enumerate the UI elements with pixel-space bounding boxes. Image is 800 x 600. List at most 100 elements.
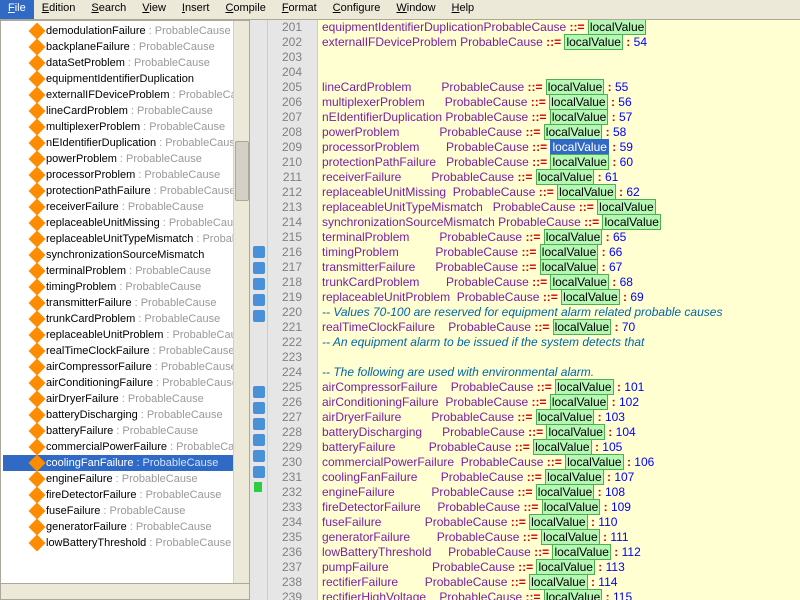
bookmark-icon[interactable] xyxy=(253,310,265,322)
code-line[interactable]: airDryerFailure ProbableCause ::= localV… xyxy=(322,410,800,425)
tree-item[interactable]: airCompressorFailure: ProbableCause xyxy=(3,359,247,375)
code-line[interactable]: fireDetectorFailure ProbableCause ::= lo… xyxy=(322,500,800,515)
tree-item[interactable]: batteryFailure: ProbableCause xyxy=(3,423,247,439)
local-value-token[interactable]: localValue xyxy=(546,79,604,95)
local-value-token[interactable]: localValue xyxy=(536,169,594,185)
tree-item[interactable]: processorProblem: ProbableCause xyxy=(3,167,247,183)
local-value-token[interactable]: localValue xyxy=(561,289,619,305)
local-value-token[interactable]: localValue xyxy=(544,124,602,140)
code-line[interactable]: pumpFailure ProbableCause ::= localValue… xyxy=(322,560,800,575)
code-line[interactable] xyxy=(322,350,800,365)
code-line[interactable]: batteryFailure ProbableCause ::= localVa… xyxy=(322,440,800,455)
tree-item[interactable]: replaceableUnitProblem: ProbableCause xyxy=(3,327,247,343)
menu-window[interactable]: Window xyxy=(388,0,443,19)
tree-item[interactable]: multiplexerProblem: ProbableCause xyxy=(3,119,247,135)
local-value-token[interactable]: localValue xyxy=(555,379,613,395)
tree-item[interactable]: batteryDischarging: ProbableCause xyxy=(3,407,247,423)
code-line[interactable]: -- Values 70-100 are reserved for equipm… xyxy=(322,305,800,320)
tree-item[interactable]: transmitterFailure: ProbableCause xyxy=(3,295,247,311)
code-line[interactable]: -- The following are used with environme… xyxy=(322,365,800,380)
menu-file[interactable]: File xyxy=(0,0,34,19)
code-line[interactable]: realTimeClockFailure ProbableCause ::= l… xyxy=(322,320,800,335)
code-line[interactable]: equipmentIdentifierDuplicationProbableCa… xyxy=(322,20,800,35)
code-line[interactable]: -- An equipment alarm to be issued if th… xyxy=(322,335,800,350)
bookmark-icon[interactable] xyxy=(253,402,265,414)
local-value-token[interactable]: localValue xyxy=(529,514,587,530)
code-line[interactable]: commercialPowerFailure ProbableCause ::=… xyxy=(322,455,800,470)
bookmark-icon[interactable] xyxy=(253,386,265,398)
menu-compile[interactable]: Compile xyxy=(217,0,273,19)
code-line[interactable]: receiverFailure ProbableCause ::= localV… xyxy=(322,170,800,185)
bookmark-icon[interactable] xyxy=(253,246,265,258)
code-line[interactable]: protectionPathFailure ProbableCause ::= … xyxy=(322,155,800,170)
tree-item[interactable]: terminalProblem: ProbableCause xyxy=(3,263,247,279)
menu-help[interactable]: Help xyxy=(444,0,483,19)
tree-item[interactable]: fuseFailure: ProbableCause xyxy=(3,503,247,519)
bookmark-icon[interactable] xyxy=(253,418,265,430)
local-value-token[interactable]: localValue xyxy=(550,109,608,125)
tree-item[interactable]: protectionPathFailure: ProbableCause xyxy=(3,183,247,199)
tree-item[interactable]: fireDetectorFailure: ProbableCause xyxy=(3,487,247,503)
local-value-token[interactable]: localValue xyxy=(549,94,607,110)
tree-item[interactable]: generatorFailure: ProbableCause xyxy=(3,519,247,535)
code-line[interactable]: coolingFanFailure ProbableCause ::= loca… xyxy=(322,470,800,485)
local-value-token[interactable]: localValue xyxy=(540,259,598,275)
local-value-token[interactable]: localValue xyxy=(544,229,602,245)
code-line[interactable]: fuseFailure ProbableCause ::= localValue… xyxy=(322,515,800,530)
tree-item[interactable]: nEIdentifierDuplication: ProbableCause xyxy=(3,135,247,151)
tree-item[interactable]: timingProblem: ProbableCause xyxy=(3,279,247,295)
tree-item[interactable]: externalIFDeviceProblem: ProbableCause xyxy=(3,87,247,103)
code-line[interactable]: replaceableUnitTypeMismatch ProbableCaus… xyxy=(322,200,800,215)
tree-item[interactable]: replaceableUnitTypeMismatch: ProbableCau… xyxy=(3,231,247,247)
code-line[interactable]: airCompressorFailure ProbableCause ::= l… xyxy=(322,380,800,395)
local-value-token[interactable]: localValue xyxy=(557,184,615,200)
code-line[interactable]: rectifierHighVoltage ProbableCause ::= l… xyxy=(322,590,800,600)
menu-search[interactable]: Search xyxy=(83,0,134,19)
code-line[interactable]: generatorFailure ProbableCause ::= local… xyxy=(322,530,800,545)
code-line[interactable]: rectifierFailure ProbableCause ::= local… xyxy=(322,575,800,590)
code-line[interactable]: powerProblem ProbableCause ::= localValu… xyxy=(322,125,800,140)
code-line[interactable]: multiplexerProblem ProbableCause ::= loc… xyxy=(322,95,800,110)
tree-item[interactable]: synchronizationSourceMismatch xyxy=(3,247,247,263)
code-line[interactable]: trunkCardProblem ProbableCause ::= local… xyxy=(322,275,800,290)
local-value-token[interactable]: localValue xyxy=(540,244,598,260)
code-line[interactable]: batteryDischarging ProbableCause ::= loc… xyxy=(322,425,800,440)
tree-item[interactable]: trunkCardProblem: ProbableCause xyxy=(3,311,247,327)
local-value-token[interactable]: localValue xyxy=(536,409,594,425)
bookmark-icon[interactable] xyxy=(253,466,265,478)
code-line[interactable]: replaceableUnitMissing ProbableCause ::=… xyxy=(322,185,800,200)
local-value-token[interactable]: localValue xyxy=(529,574,587,590)
sidebar-hscroll[interactable] xyxy=(1,583,250,599)
local-value-token[interactable]: localValue xyxy=(536,484,594,500)
bookmark-icon[interactable] xyxy=(253,434,265,446)
menu-configure[interactable]: Configure xyxy=(325,0,389,19)
local-value-token[interactable]: localValue xyxy=(588,20,646,35)
code-line[interactable]: timingProblem ProbableCause ::= localVal… xyxy=(322,245,800,260)
code-line[interactable]: lineCardProblem ProbableCause ::= localV… xyxy=(322,80,800,95)
local-value-token[interactable]: localValue xyxy=(536,559,594,575)
tree-item[interactable]: demodulationFailure: ProbableCause xyxy=(3,23,247,39)
menu-edition[interactable]: Edition xyxy=(34,0,84,19)
bookmark-icon[interactable] xyxy=(253,450,265,462)
tree-item[interactable]: airConditioningFailure: ProbableCause xyxy=(3,375,247,391)
local-value-token[interactable]: localValue xyxy=(597,199,655,215)
tree-item[interactable]: powerProblem: ProbableCause xyxy=(3,151,247,167)
local-value-token[interactable]: localValue xyxy=(545,469,603,485)
local-value-token[interactable]: localValue xyxy=(546,424,604,440)
menu-format[interactable]: Format xyxy=(274,0,325,19)
sidebar-scroll-thumb[interactable] xyxy=(235,141,249,201)
code-line[interactable]: lowBatteryThreshold ProbableCause ::= lo… xyxy=(322,545,800,560)
local-value-token[interactable]: localValue xyxy=(550,139,608,155)
tree-item[interactable]: airDryerFailure: ProbableCause xyxy=(3,391,247,407)
local-value-token[interactable]: localValue xyxy=(553,319,611,335)
code-line[interactable]: processorProblem ProbableCause ::= local… xyxy=(322,140,800,155)
local-value-token[interactable]: localValue xyxy=(550,394,608,410)
code-line[interactable]: nEIdentifierDuplication ProbableCause ::… xyxy=(322,110,800,125)
code-editor[interactable]: 2012022032042052062072082092102112122132… xyxy=(250,20,800,600)
local-value-token[interactable]: localValue xyxy=(542,499,600,515)
local-value-token[interactable]: localValue xyxy=(544,589,602,600)
tree-item[interactable]: replaceableUnitMissing: ProbableCause xyxy=(3,215,247,231)
local-value-token[interactable]: localValue xyxy=(541,529,599,545)
tree-item[interactable]: lineCardProblem: ProbableCause xyxy=(3,103,247,119)
local-value-token[interactable]: localValue xyxy=(550,274,608,290)
